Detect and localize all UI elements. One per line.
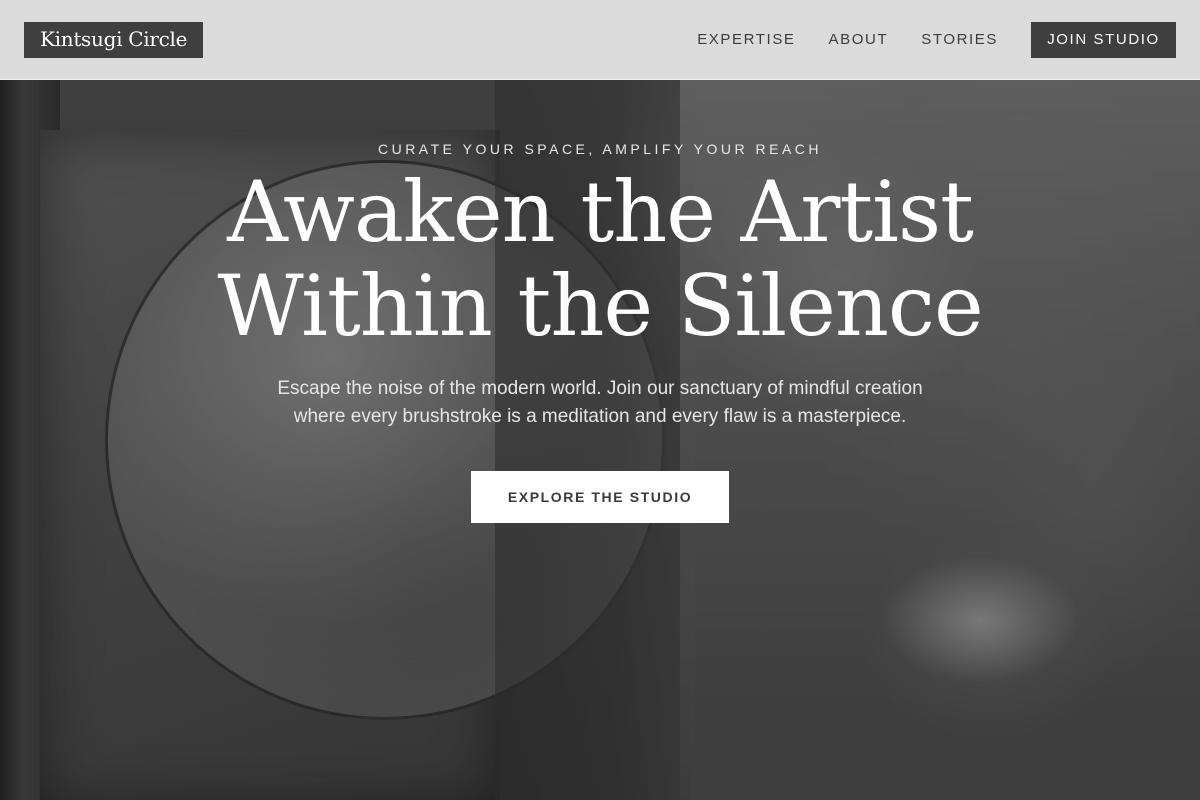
hero-subtext: Escape the noise of the modern world. Jo… <box>277 378 923 427</box>
main-nav: EXPERTISE ABOUT STORIES JOIN STUDIO <box>697 21 1176 58</box>
landing-page: Kintsugi Circle EXPERTISE ABOUT STORIES … <box>0 0 1200 800</box>
nav-link-expertise[interactable]: EXPERTISE <box>697 31 795 48</box>
hero-section: CURATE YOUR SPACE, AMPLIFY YOUR REACH Aw… <box>0 80 1200 523</box>
site-header: Kintsugi Circle EXPERTISE ABOUT STORIES … <box>0 0 1200 80</box>
hero-eyebrow: CURATE YOUR SPACE, AMPLIFY YOUR REACH <box>377 141 823 157</box>
join-studio-button[interactable]: JOIN STUDIO <box>1031 21 1176 58</box>
site-logo[interactable]: Kintsugi Circle <box>24 21 204 58</box>
explore-studio-button[interactable]: EXPLORE THE STUDIO <box>471 471 729 523</box>
hero-headline: Awaken the Artist Within the Silence <box>217 163 983 355</box>
nav-link-about[interactable]: ABOUT <box>829 31 889 48</box>
nav-link-stories[interactable]: STORIES <box>921 31 998 48</box>
